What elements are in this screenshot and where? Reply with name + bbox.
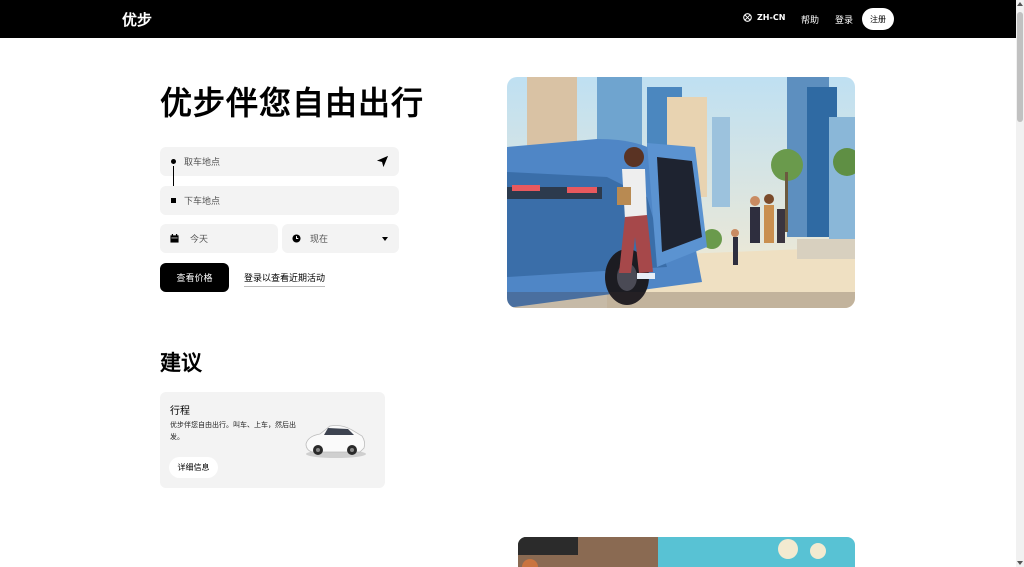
signup-button[interactable]: 注册 — [862, 8, 894, 30]
suggestions-heading: 建议 — [160, 351, 202, 375]
time-value: 现在 — [310, 235, 329, 245]
login-link[interactable]: 登录 — [835, 13, 853, 26]
login-recent-activity-link[interactable]: 登录以查看近期活动 — [244, 271, 326, 287]
pickup-placeholder: 取车地点 — [184, 158, 221, 168]
details-button[interactable]: 详细信息 — [169, 457, 218, 478]
time-picker[interactable]: 现在 — [282, 224, 399, 253]
globe-icon — [743, 13, 752, 22]
suggestion-card-ride[interactable]: 行程 优步伴您自由出行。叫车、上车，然后出发。 详细信息 — [160, 392, 385, 488]
pickup-dot-icon — [171, 159, 176, 164]
scroll-thumb[interactable] — [1017, 12, 1023, 122]
date-value: 今天 — [190, 235, 209, 245]
dropoff-placeholder: 下车地点 — [184, 197, 221, 207]
card-description: 优步伴您自由出行。叫车、上车，然后出发。 — [170, 421, 296, 441]
language-label: ZH-CN — [757, 13, 786, 22]
car-icon — [305, 425, 366, 458]
language-selector[interactable]: ZH-CN — [743, 13, 785, 22]
date-picker[interactable]: 今天 — [160, 224, 278, 253]
scroll-down-arrow-icon[interactable] — [1017, 561, 1023, 565]
calendar-icon — [170, 234, 179, 243]
dropoff-location-input[interactable]: 下车地点 — [160, 186, 399, 215]
secondary-illustration — [518, 537, 855, 567]
hero-title: 优步伴您自由出行 — [160, 84, 425, 122]
top-nav-bar: 优步 ZH-CN 帮助 登录 注册 — [0, 0, 1016, 38]
dropoff-square-icon — [171, 198, 176, 203]
hero-illustration — [507, 77, 855, 308]
chevron-down-icon — [382, 237, 388, 241]
scroll-up-arrow-icon[interactable] — [1017, 2, 1023, 6]
help-link[interactable]: 帮助 — [801, 13, 819, 26]
see-prices-button[interactable]: 查看价格 — [160, 263, 229, 292]
pickup-location-input[interactable]: 取车地点 — [160, 147, 399, 176]
card-title: 行程 — [170, 406, 190, 417]
brand-logo[interactable]: 优步 — [122, 9, 152, 30]
page-scrollbar[interactable] — [1016, 0, 1024, 567]
navigation-arrow-icon[interactable] — [376, 155, 389, 168]
clock-icon — [292, 234, 301, 243]
